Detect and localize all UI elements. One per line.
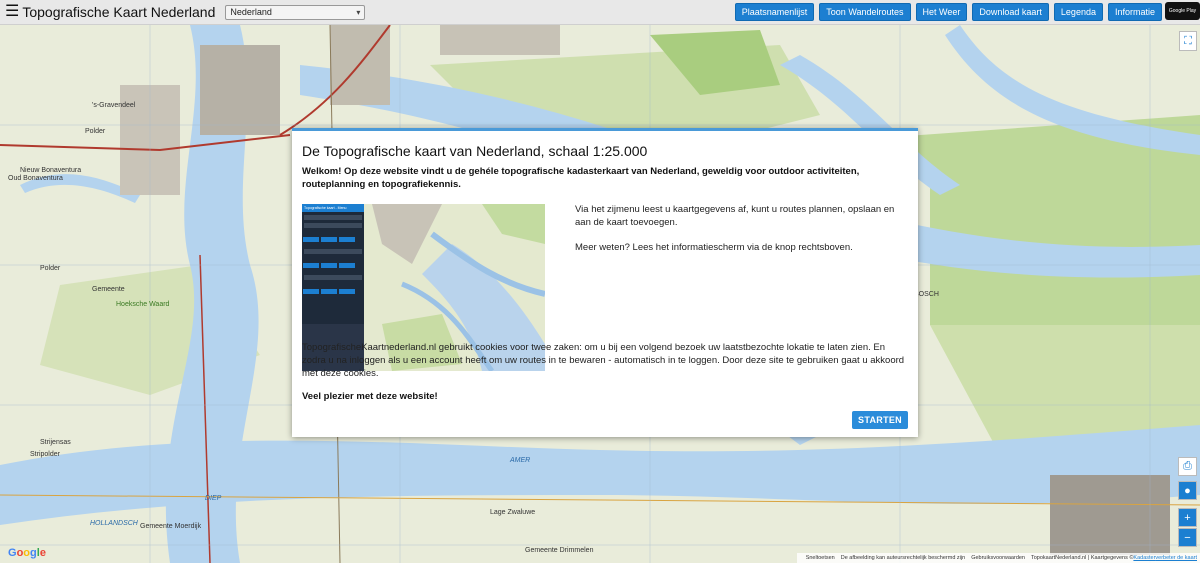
map-attribution: Sneltoetsen De afbeelding kan auteursrec…: [796, 553, 1200, 563]
map-label: Gemeente Moerdijk: [140, 523, 202, 530]
map-label: Gemeente: [92, 286, 125, 293]
map-label: Lage Zwaluwe: [490, 509, 536, 516]
region-select[interactable]: Nederland ▾: [225, 4, 366, 20]
google-play-badge[interactable]: Google Play: [1165, 2, 1200, 20]
legenda-button[interactable]: Legenda: [1053, 3, 1103, 21]
map-label: AMER: [510, 457, 531, 464]
dialog-description: Via het zijmenu leest u kaartgegevens af…: [575, 203, 905, 266]
dialog-paragraph-info: Meer weten? Lees het informatiescherm vi…: [575, 242, 853, 253]
terms-link[interactable]: Gebruiksvoorwaarden: [971, 555, 1025, 561]
map-label: HOLLANDSCH: [90, 520, 138, 527]
map-label: DIEP: [205, 495, 222, 502]
top-bar: ☰ Topografische Kaart Nederland Nederlan…: [0, 0, 1200, 25]
start-button[interactable]: STARTEN: [852, 411, 908, 429]
map-label: Gemeente Drimmelen: [525, 547, 594, 554]
app-title: Topografische Kaart Nederland: [22, 4, 216, 20]
welcome-dialog: De Topografische kaart van Nederland, sc…: [292, 128, 918, 437]
het-weer-button[interactable]: Het Weer: [915, 3, 968, 21]
download-kaart-button[interactable]: Download kaart: [972, 3, 1049, 21]
region-select-value: Nederland: [230, 7, 272, 17]
improve-map-link[interactable]: verbeter de kaart: [1155, 555, 1197, 561]
map-label: Stripolder: [30, 451, 60, 458]
zoom-out-icon[interactable]: −: [1178, 528, 1197, 547]
map-label: 's-Gravendeel: [92, 102, 136, 109]
dialog-title: De Topografische kaart van Nederland, sc…: [302, 143, 648, 159]
plaatsnamenlijst-button[interactable]: Plaatsnamenlijst: [734, 3, 815, 21]
copyright-notice: De afbeelding kan auteursrechtelijk besc…: [840, 555, 966, 561]
dialog-paragraph-menu: Via het zijmenu leest u kaartgegevens af…: [575, 204, 895, 228]
toon-wandelroutes-button[interactable]: Toon Wandelroutes: [819, 3, 911, 21]
chevron-down-icon: ▾: [356, 7, 361, 17]
dialog-intro: Welkom! Op deze website vindt u de gehél…: [302, 166, 860, 190]
keyboard-shortcuts-link[interactable]: Sneltoetsen: [806, 555, 835, 561]
map-label: Strijensas: [40, 439, 71, 446]
dialog-closing-text: Veel plezier met deze website!: [302, 391, 438, 402]
map-data-credit: TopokaartNederland.nl | Kaartgegevens ©: [1031, 555, 1134, 561]
map-label: Polder: [40, 265, 61, 272]
map-label: Nieuw Bonaventura: [20, 167, 82, 174]
map-label: Hoeksche Waard: [116, 301, 170, 308]
map-label: Oud Bonaventura: [8, 175, 63, 182]
print-icon[interactable]: ⎙: [1178, 457, 1197, 476]
map-label: Polder: [85, 128, 106, 135]
google-logo: Google: [8, 547, 46, 559]
streetview-pegman-icon[interactable]: ●: [1178, 481, 1197, 500]
nav-buttons: Plaatsnamenlijst Toon Wandelroutes Het W…: [730, 3, 1162, 21]
fullscreen-icon[interactable]: ⛶: [1179, 31, 1197, 51]
cookie-notice: TopografischeKaartnederland.nl gebruikt …: [302, 342, 905, 379]
hamburger-menu-icon[interactable]: ☰: [5, 4, 19, 20]
preview-menu-header: Topografische kaart - Menu: [302, 204, 364, 212]
kadaster-link[interactable]: Kadaster: [1133, 555, 1155, 561]
zoom-in-icon[interactable]: +: [1178, 508, 1197, 527]
informatie-button[interactable]: Informatie: [1107, 3, 1162, 21]
